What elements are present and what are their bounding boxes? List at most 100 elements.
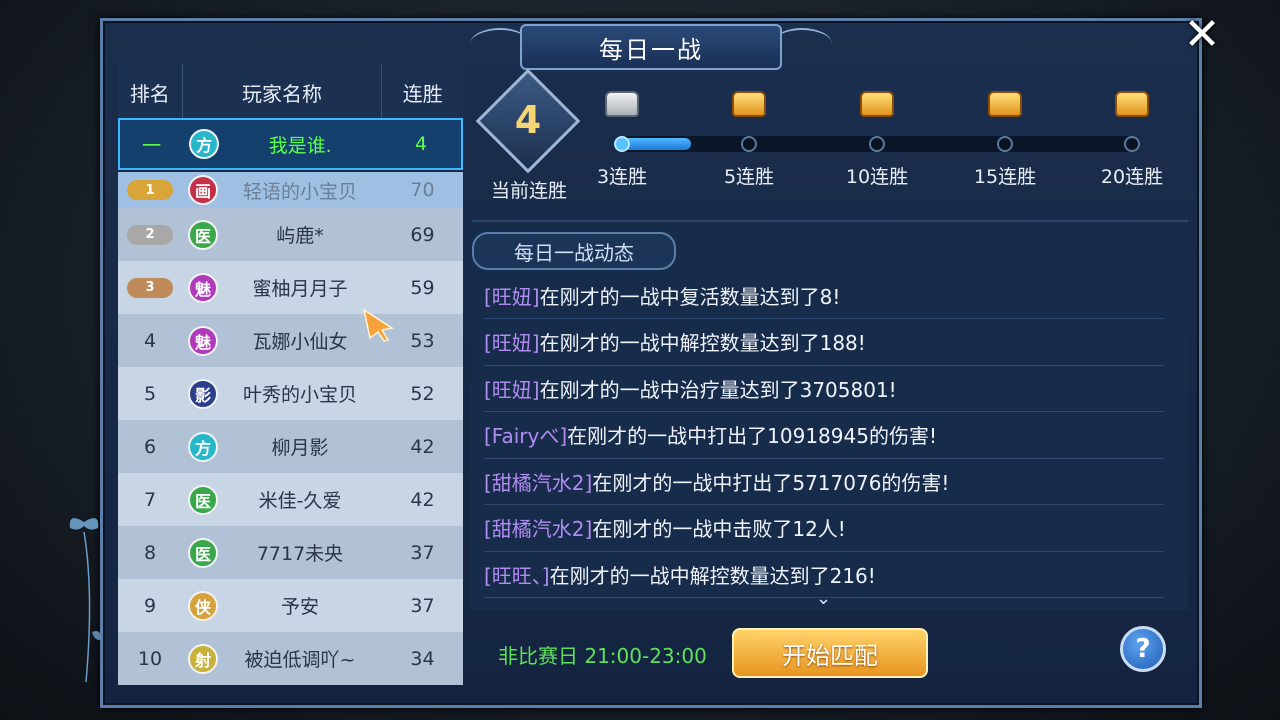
feed-player-name[interactable]: [甜橘汽水2] (484, 513, 592, 542)
feed-player-name[interactable]: [Fairyべ] (484, 420, 567, 449)
silver-chest-icon[interactable] (602, 86, 642, 122)
player-name: 7717未央 (256, 543, 344, 565)
start-matching-button[interactable]: 开始匹配 (732, 628, 928, 678)
leaderboard-rows[interactable]: 1 画轻语的小宝贝 70 2 医屿鹿* 69 3 魅蜜柚月月子 59 4 魅瓦娜小仙女 53 5 影叶秀的… (118, 172, 463, 685)
feed-text: 在刚才的一战中治疗量达到了3705801! (539, 377, 897, 402)
feed-title: 每日一战动态 (472, 232, 676, 270)
feed-text: 在刚才的一战中复活数量达到了8! (539, 284, 841, 309)
milestone-node (614, 136, 630, 152)
rank-number: 6 (143, 435, 157, 458)
rank-number: 8 (143, 541, 157, 564)
leaderboard-row[interactable]: 8 医 7717未央 37 (118, 526, 463, 579)
streak-count: 34 (410, 647, 435, 670)
rank-number: 7 (143, 488, 157, 511)
scroll-down-chevron-icon[interactable]: ⌄ (816, 588, 831, 609)
leaderboard-row[interactable]: 4 魅瓦娜小仙女 53 (118, 314, 463, 367)
leaderboard-row[interactable]: 10 射 被迫低调吖~ 34 (118, 632, 463, 685)
milestone-label: 5连胜 (723, 166, 775, 188)
leaderboard-row[interactable]: 1 画 轻语的小宝贝 70 (118, 172, 463, 208)
milestone-label: 15连胜 (973, 166, 1037, 188)
leaderboard-row[interactable]: 2 医 屿鹿* 69 (118, 208, 463, 261)
player-name: 轻语的小宝贝 (242, 180, 357, 203)
rank-medal-icon: 3 (127, 277, 173, 298)
leaderboard-row[interactable]: 9 侠 予安 37 (118, 579, 463, 632)
milestone-label: 10连胜 (845, 166, 909, 188)
gold-chest-icon[interactable] (985, 86, 1025, 122)
milestone-label: 3连胜 (596, 166, 648, 188)
class-badge-icon: 医 (188, 484, 218, 515)
feed-item: [旺妞] 在刚才的一战中解控数量达到了188! (484, 319, 1164, 366)
butterfly-decoration-icon (69, 518, 101, 683)
player-name: 米佳-久爱 (258, 490, 342, 512)
streak-header: 连胜 (402, 81, 443, 106)
class-badge-icon: 魅 (188, 325, 218, 356)
feed-player-name[interactable]: [旺妞] (484, 327, 540, 356)
rank-header: 排名 (129, 81, 170, 106)
player-name: 予安 (280, 596, 319, 618)
feed-text: 在刚才的一战中击败了12人! (592, 517, 846, 541)
milestone-node (1124, 136, 1140, 152)
help-icon[interactable]: ? (1120, 626, 1166, 672)
leaderboard-row[interactable]: 6 方 柳月影 42 (118, 420, 463, 473)
leaderboard-row[interactable]: 5 影 叶秀的小宝贝 52 (118, 367, 463, 420)
feed-item: [甜橘汽水2] 在刚才的一战中击败了12人! (484, 505, 1164, 552)
streak-count: 70 (410, 179, 435, 201)
rank-medal-icon: 2 (127, 224, 173, 245)
feed-player-name[interactable]: [旺妞] (484, 281, 540, 310)
class-badge-icon: 侠 (188, 590, 218, 621)
current-streak: 4 当前连胜 (475, 68, 581, 202)
milestone-node (997, 136, 1013, 152)
feed-item: [旺妞] 在刚才的一战中复活数量达到了8! (484, 272, 1164, 319)
close-icon[interactable]: ✕ (1180, 9, 1224, 60)
class-badge-icon: 医 (188, 537, 218, 568)
name-header: 玩家名称 (181, 64, 383, 120)
gold-chest-icon[interactable] (1112, 86, 1152, 122)
player-name: 被迫低调吖~ (244, 649, 356, 671)
player-name: 叶秀的小宝贝 (242, 384, 357, 406)
current-streak-value: 4 (514, 98, 542, 142)
milestone-node (741, 136, 757, 152)
leaderboard-row[interactable]: 7 医 米佳-久爱 42 (118, 473, 463, 526)
rank-number: 10 (137, 647, 163, 670)
player-name: 柳月影 (271, 437, 329, 459)
player-name: 屿鹿* (276, 225, 324, 247)
rank-number: 9 (143, 594, 157, 617)
feed-text: 在刚才的一战中解控数量达到了216! (549, 563, 876, 588)
streak-count: 37 (410, 541, 435, 564)
class-badge-icon: 方 (189, 129, 220, 159)
feed-item: [旺妞] 在刚才的一战中治疗量达到了3705801! (484, 365, 1164, 412)
milestone-label: 20连胜 (1100, 166, 1164, 188)
schedule-text: 非比赛日 21:00-23:00 (498, 644, 707, 668)
leaderboard: 排名 玩家名称 连胜 一 方 我是谁. 4 1 画轻语的小宝贝 70 2 医屿鹿* 69 3… (118, 64, 463, 688)
panel-title: 每日一战 (520, 24, 782, 70)
feed-player-name[interactable]: [甜橘汽水2] (484, 467, 592, 496)
rank-medal-icon: 1 (127, 180, 173, 200)
my-rank-row[interactable]: 一 方 我是谁. 4 (118, 118, 463, 170)
milestone-node (869, 136, 885, 152)
class-badge-icon: 画 (188, 175, 218, 205)
pointer-cursor-icon (362, 308, 394, 342)
class-badge-icon: 射 (188, 643, 218, 674)
feed-text: 在刚才的一战中打出了10918945的伤害! (567, 424, 937, 448)
my-streak: 4 (414, 133, 428, 155)
player-name: 瓦娜小仙女 (252, 331, 348, 353)
gold-chest-icon[interactable] (857, 86, 897, 122)
feed-player-name[interactable]: [旺旺、] (484, 560, 550, 589)
feed-item: [甜橘汽水2] 在刚才的一战中打出了5717076的伤害! (484, 458, 1164, 505)
leaderboard-header: 排名 玩家名称 连胜 (118, 64, 463, 120)
gold-chest-icon[interactable] (729, 86, 769, 122)
class-badge-icon: 影 (188, 378, 218, 409)
class-badge-icon: 方 (188, 431, 218, 462)
player-name: 蜜柚月月子 (252, 278, 348, 300)
leaderboard-row[interactable]: 3 魅 蜜柚月月子 59 (118, 261, 463, 314)
streak-count: 42 (410, 435, 435, 458)
class-badge-icon: 魅 (188, 272, 218, 303)
streak-count: 69 (410, 223, 435, 246)
streak-count: 52 (410, 382, 435, 405)
feed-text: 在刚才的一战中解控数量达到了188! (539, 331, 866, 355)
my-player-name: 我是谁. (268, 134, 332, 157)
feed-player-name[interactable]: [旺妞] (484, 374, 540, 403)
current-streak-label: 当前连胜 (490, 180, 567, 202)
class-badge-icon: 医 (188, 219, 218, 250)
streak-count: 42 (410, 488, 435, 511)
